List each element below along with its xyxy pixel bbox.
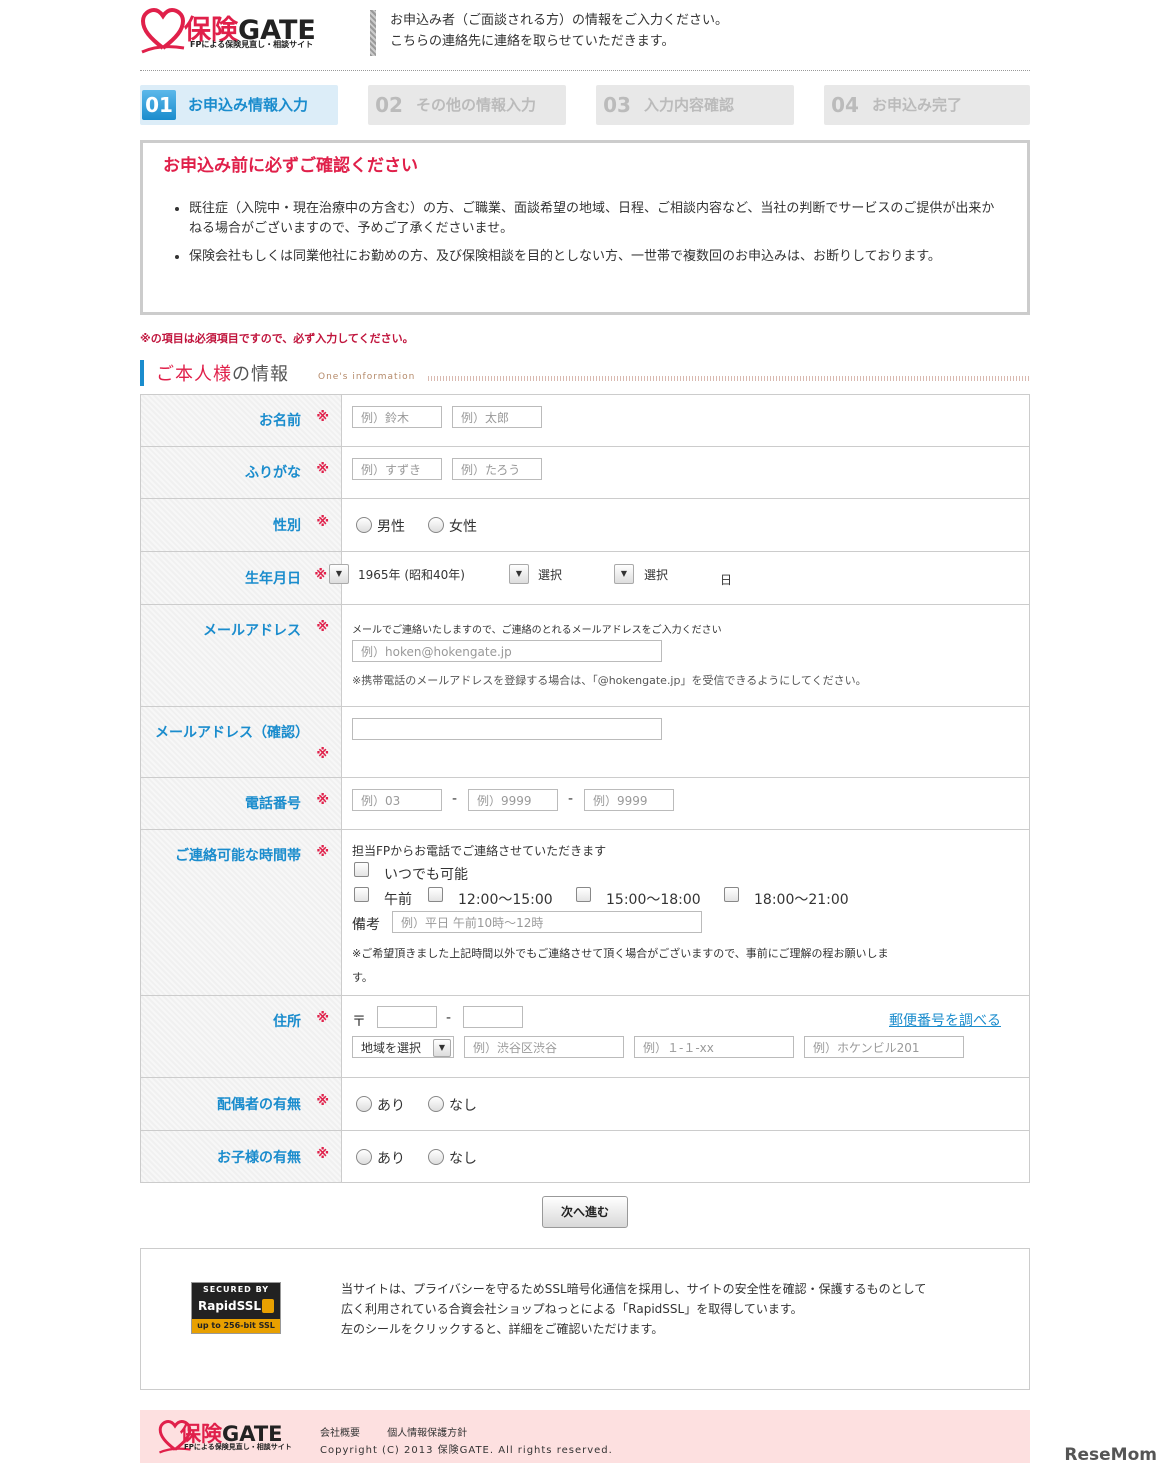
slot-15-18-checkbox[interactable] — [576, 887, 591, 902]
row-contact-time: ご連絡可能な時間帯 ※ 担当FPからお電話でご連絡させていただきます いつでも可能… — [141, 830, 1029, 996]
notice-list: 既往症（入院中・現在治療中の方含む）の方、ご職業、面談希望の地域、日程、ご相談内… — [169, 199, 999, 275]
building-input[interactable]: 例）ホケンビル201 — [804, 1036, 964, 1058]
email-confirm-input[interactable] — [352, 718, 662, 740]
morning-checkbox[interactable] — [354, 887, 369, 902]
required-mark: ※ — [316, 620, 329, 635]
progress-steps: 01 お申込み情報入力 02 その他の情報入力 03 入力内容確認 04 お申込… — [140, 85, 1030, 125]
page: 保険GATE FPによる保険見直し・相談サイト お申込み者（ご面談される方）の情… — [140, 0, 1030, 1463]
row-phone: 電話番号 ※ 例）03 - 例）9999 - 例）9999 — [141, 778, 1029, 830]
step-2: 02 その他の情報入力 — [368, 85, 566, 125]
footer: 保険GATE FPによる保険見直し・相談サイト 会社概要 個人情報保護方針 Co… — [140, 1410, 1030, 1463]
postal-code-2-input[interactable] — [463, 1006, 523, 1028]
anytime-checkbox[interactable] — [354, 862, 369, 877]
slot-18-21-checkbox[interactable] — [724, 887, 739, 902]
last-name-input[interactable]: 例）鈴木 — [352, 406, 442, 428]
email-input[interactable]: 例）hoken@hokengate.jp — [352, 640, 662, 662]
phone-last-input[interactable]: 例）9999 — [584, 789, 674, 811]
row-birthday: 生年月日 ※ ▼ 1965年 (昭和40年) ▼ 選択 ▼ 選択 日 — [141, 552, 1029, 605]
region-dropdown-icon[interactable]: ▼ — [433, 1039, 451, 1057]
lock-icon — [262, 1299, 274, 1313]
row-furigana: ふりがな ※ 例）すずき 例）たろう — [141, 447, 1029, 499]
privacy-link[interactable]: 個人情報保護方針 — [387, 1428, 467, 1439]
first-furigana-input[interactable]: 例）たろう — [452, 458, 542, 480]
required-note: ※の項目は必須項目ですので、必ず入力してください。 — [140, 332, 414, 345]
required-mark: ※ — [316, 515, 329, 530]
spouse-no-radio[interactable] — [428, 1096, 444, 1112]
row-spouse: 配偶者の有無 ※ あり なし — [141, 1078, 1029, 1131]
copyright: Copyright (C) 2013 保険GATE. All rights re… — [320, 1445, 613, 1456]
notice-title: お申込み前に必ずご確認ください — [163, 156, 418, 176]
section-title: ご本人様の情報 One's information — [140, 360, 1030, 386]
brand-tagline: FPによる保険見直し・相談サイト — [190, 40, 314, 49]
phone-area-input[interactable]: 例）03 — [352, 789, 442, 811]
gender-male-radio[interactable] — [356, 517, 372, 533]
heart-logo-icon — [140, 8, 186, 54]
street-input[interactable]: 例）１-１-xx — [634, 1036, 794, 1058]
postal-code-1-input[interactable] — [377, 1006, 437, 1028]
required-mark: ※ — [316, 845, 329, 860]
required-mark: ※ — [316, 1011, 329, 1026]
phone-middle-input[interactable]: 例）9999 — [468, 789, 558, 811]
birth-day-select[interactable]: 選択 — [644, 566, 668, 583]
birth-month-select[interactable]: 選択 — [538, 566, 562, 583]
required-mark: ※ — [316, 462, 329, 477]
required-mark: ※ — [316, 747, 329, 762]
row-name: お名前 ※ 例）鈴木 例）太郎 — [141, 395, 1029, 447]
personal-info-form: お名前 ※ 例）鈴木 例）太郎 ふりがな ※ 例）すずき 例）たろう 性別 ※ 男性 … — [140, 394, 1030, 1183]
postal-lookup-link[interactable]: 郵便番号を調べる — [889, 1010, 1001, 1030]
header: 保険GATE FPによる保険見直し・相談サイト お申込み者（ご面談される方）の情… — [140, 0, 1030, 71]
section-bar — [140, 360, 144, 386]
ssl-description: 当サイトは、プライバシーを守るためSSL暗号化通信を採用し、サイトの安全性を確認… — [341, 1282, 927, 1336]
step-3: 03 入力内容確認 — [596, 85, 794, 125]
notice-box: お申込み前に必ずご確認ください 既往症（入院中・現在治療中の方含む）の方、ご職業… — [140, 140, 1030, 315]
birth-month-dropdown-icon[interactable]: ▼ — [509, 564, 529, 584]
city-input[interactable]: 例）渋谷区渋谷 — [464, 1036, 624, 1058]
header-divider — [370, 10, 376, 56]
row-email-confirm: メールアドレス（確認） ※ — [141, 707, 1029, 778]
first-name-input[interactable]: 例）太郎 — [452, 406, 542, 428]
logo[interactable]: 保険GATE FPによる保険見直し・相談サイト — [140, 8, 340, 56]
footer-links: 会社概要 個人情報保護方針 — [320, 1424, 491, 1439]
next-button[interactable]: 次へ進む — [542, 1196, 628, 1228]
row-gender: 性別 ※ 男性 女性 — [141, 499, 1029, 552]
birth-year-select[interactable]: 1965年 (昭和40年) — [358, 566, 465, 583]
watermark: ReseMom — [1064, 1445, 1157, 1465]
birth-day-dropdown-icon[interactable]: ▼ — [614, 564, 634, 584]
gender-female-radio[interactable] — [428, 517, 444, 533]
rapidssl-seal[interactable]: SECURED BY RapidSSL. up to 256-bit SSL — [191, 1282, 281, 1334]
step-1: 01 お申込み情報入力 — [140, 85, 338, 125]
ssl-section: SECURED BY RapidSSL. up to 256-bit SSL 当… — [140, 1248, 1030, 1390]
company-link[interactable]: 会社概要 — [320, 1428, 360, 1439]
last-furigana-input[interactable]: 例）すずき — [352, 458, 442, 480]
section-hatch — [428, 376, 1030, 381]
section-title-en: One's information — [318, 372, 416, 382]
step-4: 04 お申込み完了 — [824, 85, 1030, 125]
required-mark: ※ — [316, 793, 329, 808]
remarks-input[interactable]: 例）平日 午前10時〜12時 — [392, 911, 702, 933]
row-children: お子様の有無 ※ あり なし — [141, 1131, 1029, 1182]
required-mark: ※ — [316, 1147, 329, 1162]
children-yes-radio[interactable] — [356, 1149, 372, 1165]
row-email: メールアドレス ※ メールでご連絡いたしますので、ご連絡のとれるメールアドレスをご… — [141, 605, 1029, 707]
required-mark: ※ — [316, 1094, 329, 1109]
header-message: お申込み者（ご面談される方）の情報をご入力ください。 こちらの連絡先に連絡を取ら… — [390, 13, 729, 49]
required-mark: ※ — [316, 410, 329, 425]
notice-item: 既往症（入院中・現在治療中の方含む）の方、ご職業、面談希望の地域、日程、ご相談内… — [189, 199, 999, 239]
required-mark: ※ — [314, 568, 327, 583]
notice-item: 保険会社もしくは同業他社にお勤めの方、及び保険相談を目的としない方、一世帯で複数… — [189, 247, 999, 267]
row-address: 住所 ※ 〒 - 郵便番号を調べる 地域を選択 ▼ 例）渋谷区渋谷 例）１-１-x… — [141, 996, 1029, 1078]
children-no-radio[interactable] — [428, 1149, 444, 1165]
birth-year-dropdown-icon[interactable]: ▼ — [329, 564, 349, 584]
spouse-yes-radio[interactable] — [356, 1096, 372, 1112]
slot-12-15-checkbox[interactable] — [428, 887, 443, 902]
